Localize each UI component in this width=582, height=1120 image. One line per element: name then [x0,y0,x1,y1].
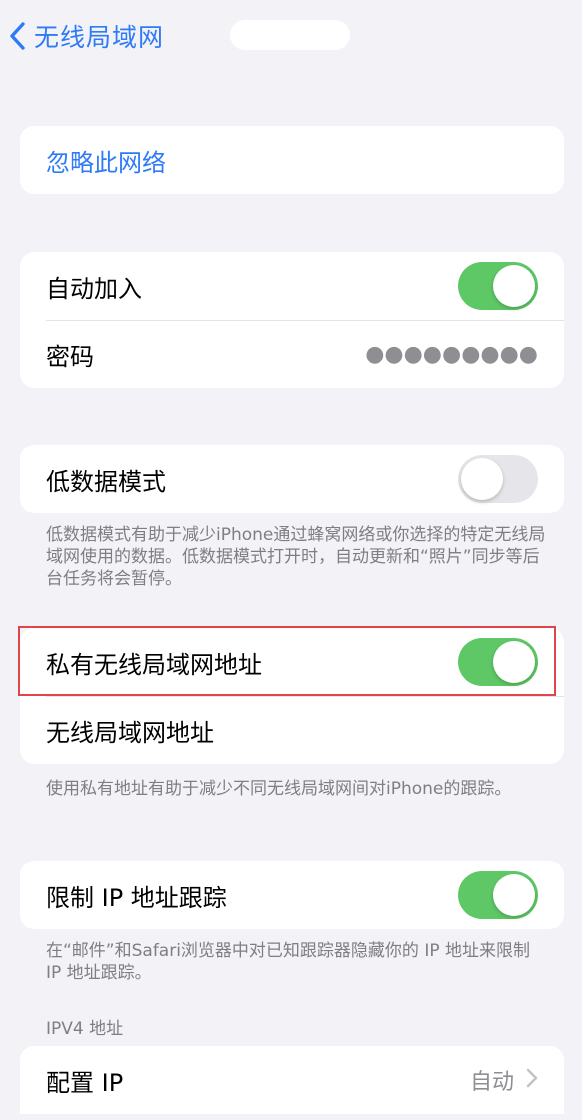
ipv4-section-header: IPV4 地址 [46,1019,124,1039]
wifi-address-label: 无线局域网地址 [46,718,214,747]
private-address-card: 私有无线局域网地址 无线局域网地址 [20,628,564,764]
configure-ip-row[interactable]: 配置 IP 自动 [20,1046,564,1114]
back-button[interactable]: 无线局域网 [8,14,164,58]
limit-tracking-toggle[interactable] [458,871,538,919]
password-mask: ●●●●●●●●● [365,341,538,367]
join-settings-card: 自动加入 密码 ●●●●●●●●● [20,252,564,388]
low-data-footnote: 低数据模式有助于减少iPhone通过蜂窝网络或你选择的特定无线局域网使用的数据。… [46,525,546,589]
low-data-toggle[interactable] [458,455,538,503]
low-data-label: 低数据模式 [46,467,166,496]
toggle-knob [493,641,535,683]
limit-tracking-row: 限制 IP 地址跟踪 [20,861,564,929]
forget-network-button[interactable]: 忽略此网络 [20,126,564,194]
back-label: 无线局域网 [34,23,165,52]
password-label: 密码 [46,342,94,371]
private-address-label: 私有无线局域网地址 [46,650,262,679]
auto-join-row: 自动加入 [20,252,564,320]
toggle-knob [493,265,535,307]
chevron-right-icon [526,1066,538,1094]
low-data-card: 低数据模式 [20,445,564,513]
chevron-left-icon [8,21,26,51]
auto-join-label: 自动加入 [46,274,142,303]
limit-tracking-card: 限制 IP 地址跟踪 [20,861,564,929]
password-row[interactable]: 密码 ●●●●●●●●● [20,320,564,388]
redacted-network-name [230,20,350,50]
private-address-row: 私有无线局域网地址 [20,628,564,696]
private-address-toggle[interactable] [458,638,538,686]
configure-ip-label: 配置 IP [46,1068,124,1097]
navigation-bar: 无线局域网 [0,0,582,72]
forget-network-card: 忽略此网络 [20,126,564,194]
ipv4-card: 配置 IP 自动 [20,1046,564,1114]
toggle-knob [461,458,503,500]
private-address-footnote: 使用私有地址有助于减少不同无线局域网间对iPhone的跟踪。 [46,779,512,799]
limit-tracking-footnote: 在“邮件”和Safari浏览器中对已知跟踪器隐藏你的 IP 地址来限制 IP 地… [46,941,531,983]
toggle-knob [493,874,535,916]
low-data-row: 低数据模式 [20,445,564,513]
auto-join-toggle[interactable] [458,262,538,310]
configure-ip-value: 自动 [469,1070,514,1095]
limit-tracking-label: 限制 IP 地址跟踪 [46,883,227,912]
forget-network-label: 忽略此网络 [46,148,166,177]
wifi-address-row[interactable]: 无线局域网地址 [20,696,564,764]
